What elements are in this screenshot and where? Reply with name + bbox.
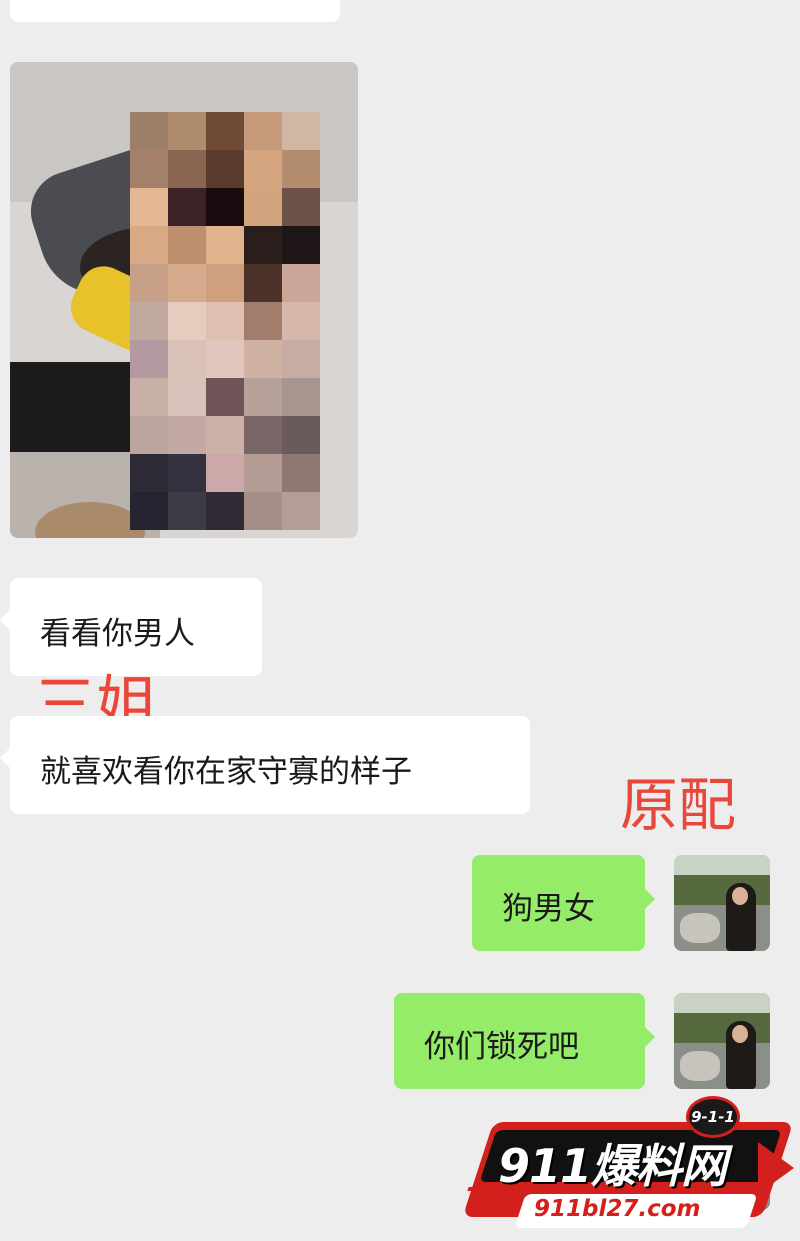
previous-message-bubble[interactable] <box>10 0 340 22</box>
sent-message-bubble[interactable]: 你们锁死吧 <box>394 993 655 1089</box>
watermark-logo: 9-1-1 911爆料网 911bl27.com <box>462 1092 800 1241</box>
logo-url-text: 911bl27.com <box>534 1196 701 1222</box>
received-message-bubble[interactable]: 就喜欢看你在家守寡的样子 <box>0 716 530 814</box>
message-text: 你们锁死吧 <box>424 1029 579 1065</box>
logo-arrow <box>758 1142 794 1194</box>
logo-brand-text: 911爆料网 <box>498 1139 727 1193</box>
message-text: 就喜欢看你在家守寡的样子 <box>40 754 412 790</box>
annotation-label-right: 原配 <box>620 771 737 839</box>
sent-message-bubble[interactable]: 狗男女 <box>472 855 655 951</box>
avatar[interactable] <box>674 993 770 1089</box>
message-text: 看看你男人 <box>40 616 195 652</box>
photo-message[interactable] <box>10 62 358 538</box>
photo-dark-area <box>10 362 140 452</box>
avatar[interactable] <box>674 855 770 951</box>
message-text: 狗男女 <box>502 891 595 927</box>
pixelation-mosaic <box>130 112 320 530</box>
